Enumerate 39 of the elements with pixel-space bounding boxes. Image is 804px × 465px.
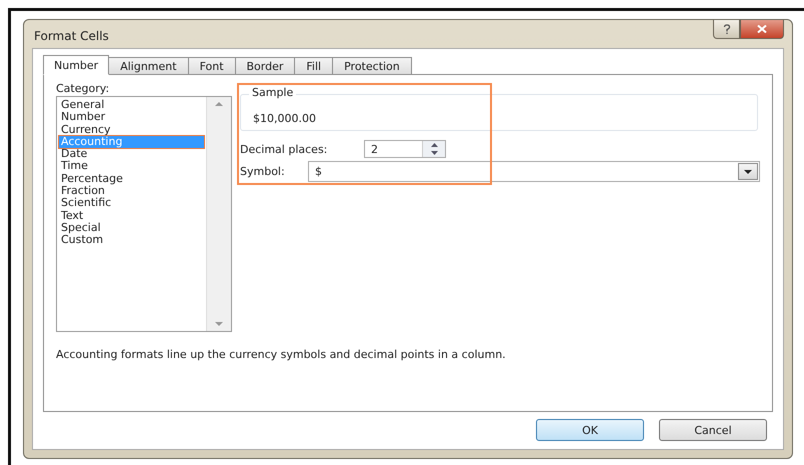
scroll-down-icon bbox=[215, 322, 223, 327]
symbol-dropdown[interactable]: $ bbox=[308, 161, 760, 182]
ok-button[interactable]: OK bbox=[536, 419, 644, 441]
format-description: Accounting formats line up the currency symbols and decimal points in a column. bbox=[56, 348, 507, 361]
help-button[interactable] bbox=[713, 20, 740, 39]
category-item[interactable]: Time bbox=[59, 160, 204, 173]
close-icon bbox=[757, 25, 767, 33]
tab[interactable]: Alignment bbox=[108, 57, 189, 75]
category-item[interactable]: Text bbox=[59, 210, 204, 222]
window-title: Format Cells bbox=[33, 28, 109, 43]
spin-up-icon bbox=[430, 143, 438, 147]
symbol-label: Symbol: bbox=[240, 165, 286, 178]
category-item[interactable]: General bbox=[59, 99, 204, 112]
category-item[interactable]: Date bbox=[59, 148, 204, 160]
cancel-button[interactable]: Cancel bbox=[659, 419, 767, 441]
category-item[interactable]: Special bbox=[59, 222, 204, 234]
sample-value: $10,000.00 bbox=[253, 112, 316, 125]
tab[interactable]: Border bbox=[234, 57, 296, 75]
scroll-up-icon bbox=[215, 101, 223, 106]
category-item[interactable]: Fraction bbox=[59, 185, 204, 198]
sample-label: Sample bbox=[249, 86, 296, 99]
category-item[interactable]: Custom bbox=[59, 234, 204, 247]
decimal-places-field[interactable]: 2 bbox=[364, 140, 446, 158]
spin-down-icon bbox=[430, 151, 438, 155]
close-button[interactable] bbox=[740, 20, 784, 39]
scrollbar[interactable] bbox=[206, 97, 231, 331]
category-item[interactable]: Currency bbox=[59, 124, 204, 136]
tab[interactable]: Fill bbox=[294, 57, 334, 75]
category-label: Category: bbox=[56, 82, 110, 95]
category-item[interactable]: Scientific bbox=[59, 197, 204, 210]
category-list[interactable]: General Number Currency Accounting Date Time Percentage Fraction Scientific Text Special Custom bbox=[56, 96, 232, 332]
decimal-places-label: Decimal places: bbox=[240, 142, 328, 156]
category-item[interactable]: Percentage bbox=[59, 172, 204, 186]
caret-icon bbox=[744, 170, 752, 174]
tab[interactable]: Protection bbox=[332, 57, 412, 75]
help-icon bbox=[722, 24, 730, 34]
tab[interactable]: Font bbox=[188, 57, 236, 75]
tab[interactable]: Number bbox=[43, 55, 110, 75]
category-item[interactable]: Number bbox=[59, 111, 204, 124]
